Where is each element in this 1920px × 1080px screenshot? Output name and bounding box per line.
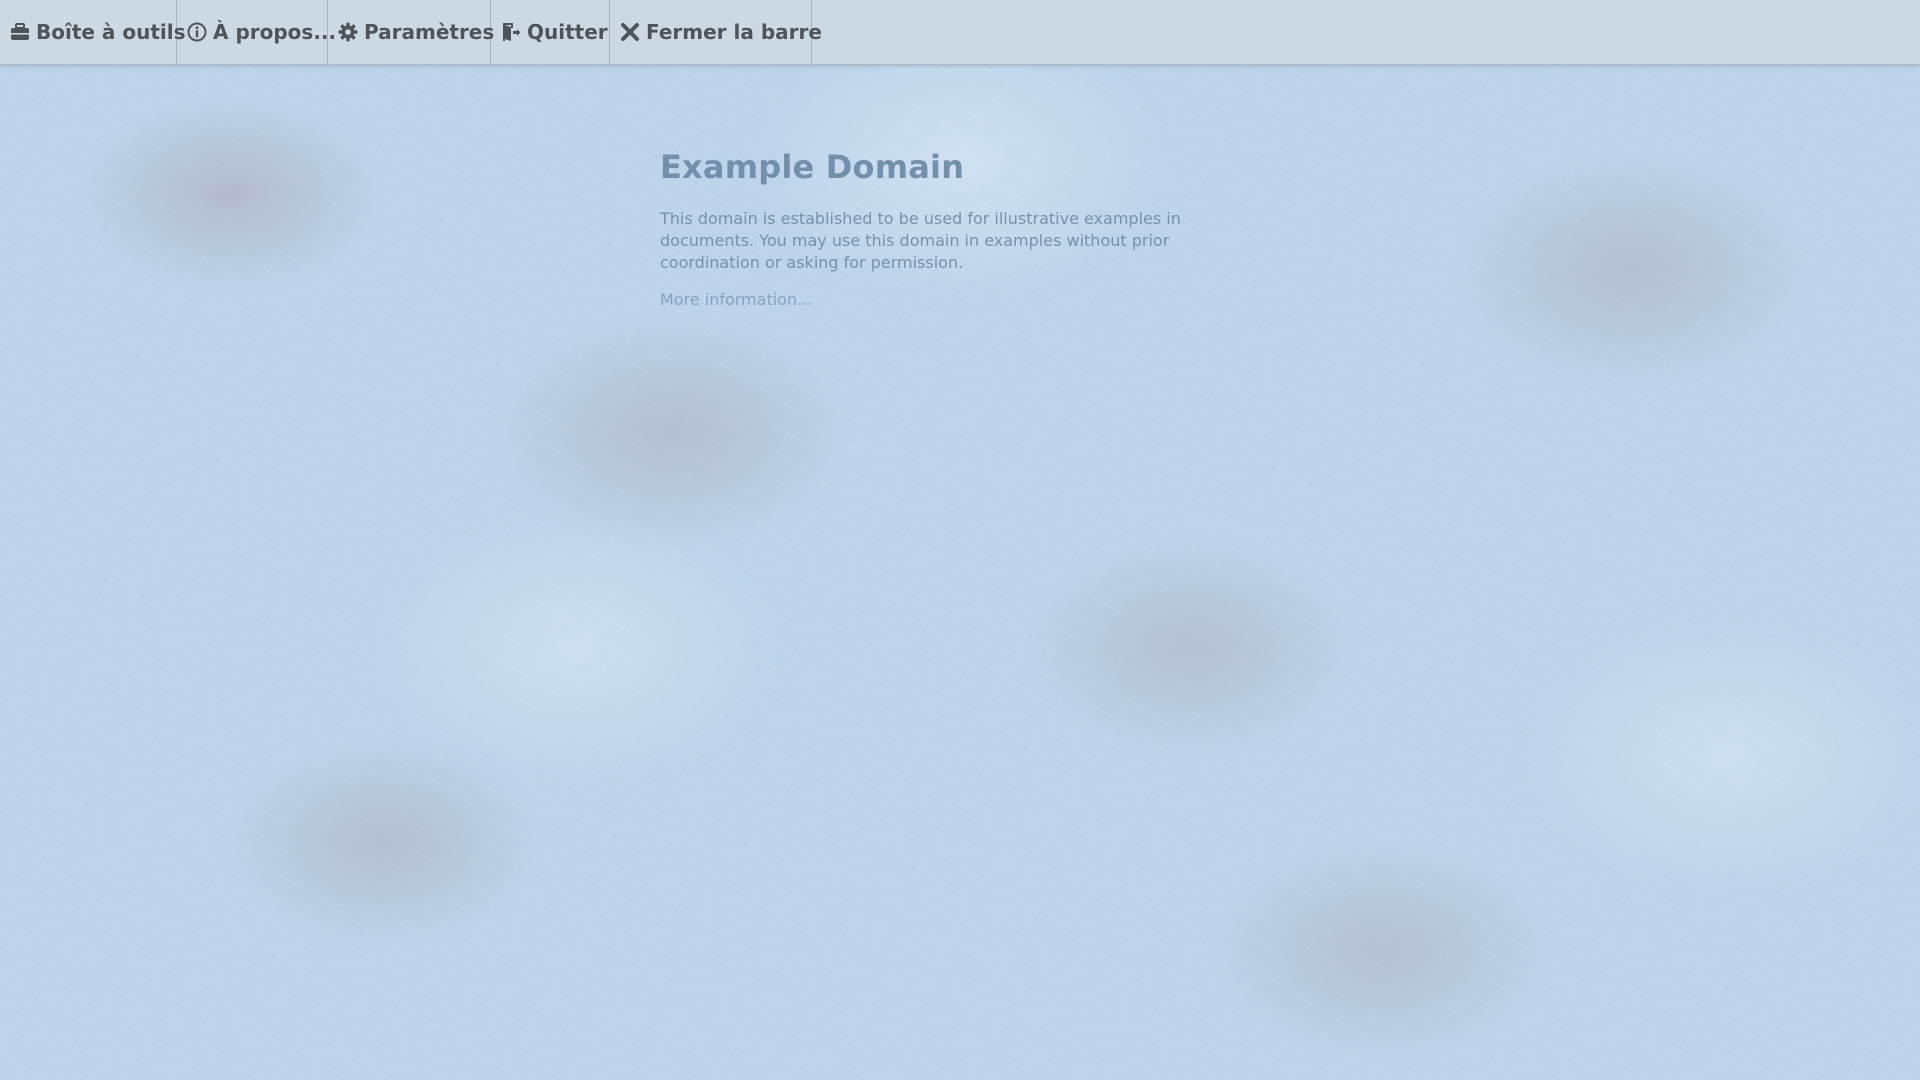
close-bar-button[interactable]: Fermer la barre xyxy=(610,0,822,64)
more-information-link[interactable]: More information... xyxy=(660,290,812,309)
toolbox-button[interactable]: Boîte à outils xyxy=(0,0,186,64)
description-paragraph: This domain is established to be used fo… xyxy=(660,209,1181,272)
close-bar-label: Fermer la barre xyxy=(646,20,822,44)
about-label: À propos... xyxy=(213,20,337,44)
quit-label: Quitter xyxy=(527,20,608,44)
settings-button[interactable]: Paramètres xyxy=(328,0,495,64)
info-icon xyxy=(187,22,207,42)
settings-label: Paramètres xyxy=(364,20,495,44)
quit-button[interactable]: Quitter xyxy=(491,0,610,64)
toolbox-icon xyxy=(10,23,30,41)
gear-icon xyxy=(338,22,358,42)
about-button[interactable]: À propos... xyxy=(177,0,336,64)
top-toolbar: Boîte à outils À propos... Paramètres Qu… xyxy=(0,0,1920,65)
exit-door-icon xyxy=(501,22,521,42)
close-icon xyxy=(620,22,640,42)
page-content: Example Domain This domain is establishe… xyxy=(660,148,1260,309)
page-title: Example Domain xyxy=(660,148,965,186)
toolbox-label: Boîte à outils xyxy=(36,20,186,44)
